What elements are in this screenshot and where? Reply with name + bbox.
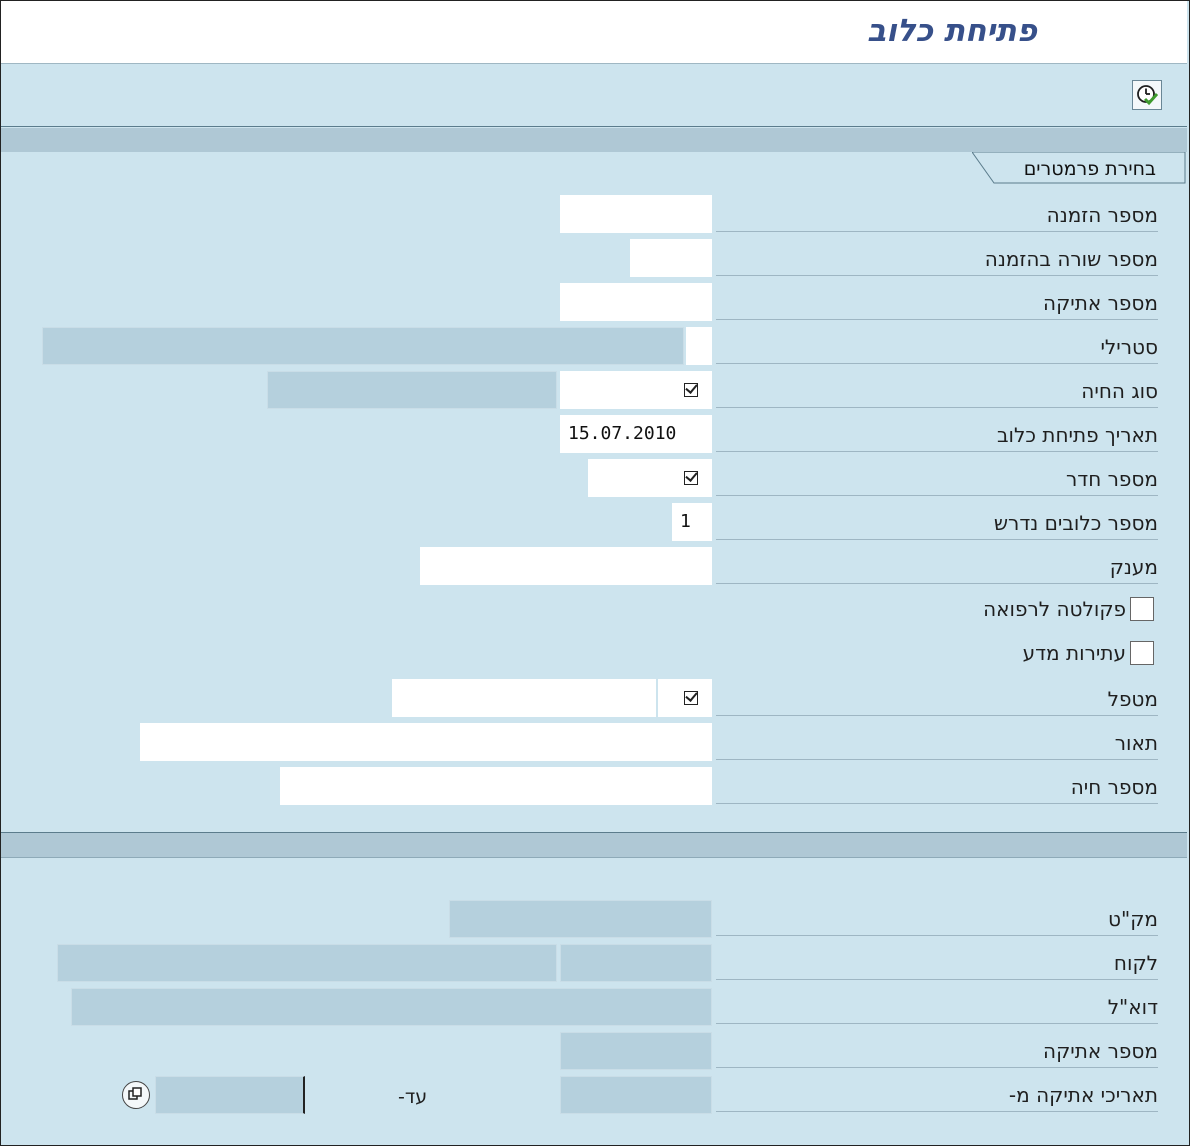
caretaker-name: [392, 679, 656, 717]
info-label-number-label: מספר אתיקה: [716, 1034, 1158, 1068]
required-check-icon: [684, 471, 698, 485]
label-date-to-field: [155, 1076, 305, 1114]
tab-label: בחירת פרמטרים: [1023, 158, 1156, 180]
cage-open-date-input[interactable]: 15.07.2010: [560, 415, 712, 453]
order-line-label: מספר שורה בהזמנה: [716, 242, 1158, 276]
section-separator: [1, 832, 1187, 858]
customer-name-field: [57, 944, 557, 982]
label-number-label: מספר אתיקה: [716, 286, 1158, 320]
description-label: תאור: [716, 726, 1158, 760]
label-number-input[interactable]: [560, 283, 712, 321]
science-future-label: עתירות מדע: [1022, 641, 1126, 665]
animal-type-description: [267, 371, 557, 409]
label-dates-to-label: עד-: [398, 1086, 428, 1108]
order-number-label: מספר הזמנה: [716, 198, 1158, 232]
catalog-field: [449, 900, 712, 938]
animal-type-label: סוג החיה: [716, 374, 1158, 408]
label-dates-from-label: תאריכי אתיקה מ-: [716, 1078, 1158, 1112]
order-line-input[interactable]: [630, 239, 712, 277]
cages-required-label: מספר כלובים נדרש: [716, 506, 1158, 540]
sterile-description: [42, 327, 684, 365]
medicine-faculty-label: פקולטה לרפואה: [983, 597, 1126, 621]
label-date-from-field: [560, 1076, 712, 1114]
animal-type-input[interactable]: [560, 371, 712, 409]
animal-number-input[interactable]: [280, 767, 712, 805]
medicine-faculty-checkbox[interactable]: [1130, 597, 1154, 621]
grant-label: מענק: [716, 550, 1158, 584]
multiple-selection-button[interactable]: [122, 1081, 150, 1109]
customer-label: לקוח: [716, 946, 1158, 980]
order-number-input[interactable]: [560, 195, 712, 233]
required-check-icon: [684, 691, 698, 705]
email-label: דוא"ל: [716, 990, 1158, 1024]
execute-button[interactable]: [1132, 80, 1162, 110]
caretaker-label: מטפל: [716, 682, 1158, 716]
info-label-number-field: [560, 1032, 712, 1070]
parameters-tab: בחירת פרמטרים: [972, 152, 1186, 184]
animal-number-label: מספר חיה: [716, 770, 1158, 804]
description-input[interactable]: [140, 723, 712, 761]
cage-open-date-label: תאריך פתיחת כלוב: [716, 418, 1158, 452]
clock-check-icon: [1137, 85, 1158, 106]
customer-code-field: [560, 944, 712, 982]
room-number-input[interactable]: [588, 459, 712, 497]
catalog-label: מק"ט: [716, 902, 1158, 936]
page-title: פתיחת כלוב: [867, 13, 1037, 49]
cages-required-input[interactable]: 1: [672, 503, 712, 541]
sterile-input[interactable]: [686, 327, 712, 365]
multiple-selection-icon: [128, 1087, 142, 1100]
room-number-label: מספר חדר: [716, 462, 1158, 496]
title-bar: פתיחת כלוב: [1, 1, 1187, 64]
section-separator: [1, 128, 1187, 152]
science-future-checkbox[interactable]: [1130, 641, 1154, 665]
grant-input[interactable]: [420, 547, 712, 585]
application-toolbar: [1, 64, 1187, 127]
caretaker-input[interactable]: [658, 679, 712, 717]
email-field: [71, 988, 712, 1026]
sterile-label: סטרילי: [716, 330, 1158, 364]
required-check-icon: [684, 383, 698, 397]
